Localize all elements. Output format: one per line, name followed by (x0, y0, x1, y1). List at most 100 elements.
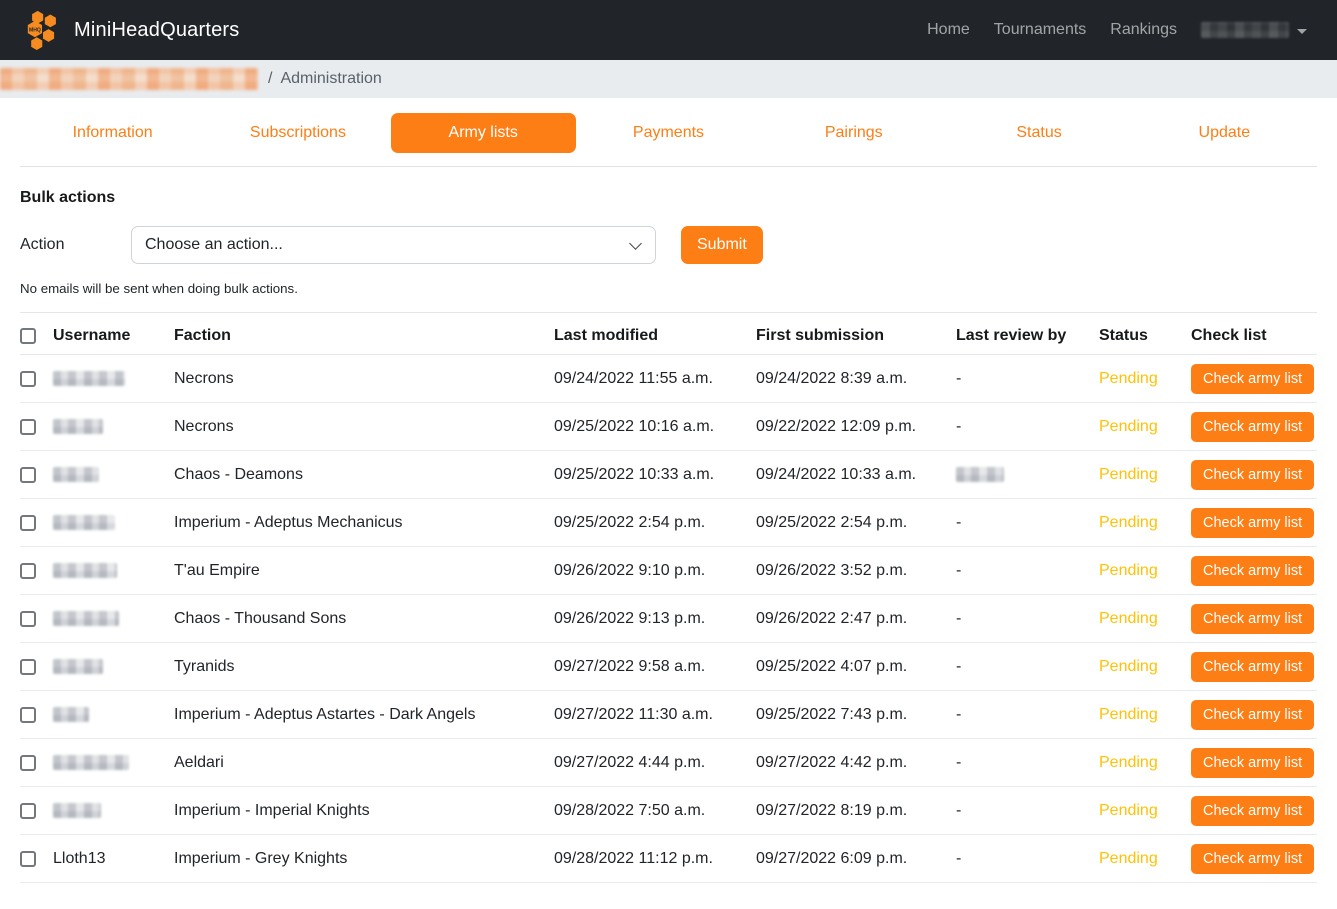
bulk-actions-heading: Bulk actions (20, 189, 1317, 207)
faction-cell: Chaos - Deamons (174, 466, 554, 484)
select-all-checkbox[interactable] (20, 328, 36, 344)
faction-cell: Aeldari (174, 754, 554, 772)
user-menu[interactable] (1191, 14, 1313, 46)
table-header-row: Username Faction Last modified First sub… (20, 313, 1317, 355)
caret-down-icon (1297, 29, 1307, 34)
breadcrumb-separator: / (268, 70, 272, 88)
table-row: Chaos - Thousand Sons 09/26/2022 9:13 p.… (20, 595, 1317, 643)
last-review-by-cell: - (956, 802, 1099, 820)
check-army-list-button[interactable]: Check army list (1191, 652, 1314, 682)
logo-mhq-text: MHQ (29, 27, 41, 33)
redacted-text (53, 611, 119, 626)
navbar-link-home[interactable]: Home (917, 13, 980, 47)
redacted-text (53, 707, 89, 722)
username-cell (53, 658, 174, 676)
row-checkbox[interactable] (20, 659, 36, 675)
check-army-list-button[interactable]: Check army list (1191, 508, 1314, 538)
username-cell (53, 754, 174, 772)
navbar-links: HomeTournamentsRankings (917, 13, 1313, 47)
admin-tabs: InformationSubscriptionsArmy listsPaymen… (20, 113, 1317, 167)
row-checkbox[interactable] (20, 419, 36, 435)
faction-cell: Chaos - Thousand Sons (174, 610, 554, 628)
check-army-list-button[interactable]: Check army list (1191, 556, 1314, 586)
first-submission-cell: 09/24/2022 8:39 a.m. (756, 370, 956, 388)
redacted-text (956, 467, 1004, 482)
faction-cell: T'au Empire (174, 562, 554, 580)
row-checkbox[interactable] (20, 851, 36, 867)
action-select[interactable]: Choose an action... (131, 226, 656, 264)
navbar-link-rankings[interactable]: Rankings (1100, 13, 1187, 47)
last-modified-cell: 09/28/2022 7:50 a.m. (554, 802, 756, 820)
faction-cell: Imperium - Grey Knights (174, 850, 554, 868)
breadcrumb-tournament-link-redacted[interactable] (0, 68, 258, 90)
table-row: T'au Empire 09/26/2022 9:10 p.m. 09/26/2… (20, 547, 1317, 595)
row-checkbox[interactable] (20, 563, 36, 579)
row-checkbox[interactable] (20, 707, 36, 723)
army-lists-table: Username Faction Last modified First sub… (0, 313, 1337, 883)
last-modified-cell: 09/26/2022 9:13 p.m. (554, 610, 756, 628)
check-army-list-button[interactable]: Check army list (1191, 700, 1314, 730)
check-army-list-button[interactable]: Check army list (1191, 796, 1314, 826)
redacted-text (53, 419, 103, 434)
last-review-by-cell: - (956, 370, 1099, 388)
row-checkbox[interactable] (20, 611, 36, 627)
faction-cell: Necrons (174, 418, 554, 436)
tab-information[interactable]: Information (20, 113, 205, 153)
last-review-by-cell: - (956, 562, 1099, 580)
last-review-by-cell: - (956, 610, 1099, 628)
brand-title[interactable]: MiniHeadQuarters (74, 19, 240, 42)
username-cell (53, 370, 174, 388)
row-checkbox[interactable] (20, 755, 36, 771)
first-submission-cell: 09/26/2022 3:52 p.m. (756, 562, 956, 580)
check-army-list-button[interactable]: Check army list (1191, 460, 1314, 490)
submit-button[interactable]: Submit (681, 226, 763, 264)
table-row: Imperium - Adeptus Astartes - Dark Angel… (20, 691, 1317, 739)
tab-subscriptions[interactable]: Subscriptions (205, 113, 390, 153)
first-submission-cell: 09/25/2022 4:07 p.m. (756, 658, 956, 676)
tab-army-lists[interactable]: Army lists (391, 113, 576, 153)
first-submission-cell: 09/25/2022 2:54 p.m. (756, 514, 956, 532)
check-army-list-button[interactable]: Check army list (1191, 364, 1314, 394)
last-review-by-cell: - (956, 706, 1099, 724)
faction-cell: Imperium - Adeptus Astartes - Dark Angel… (174, 706, 554, 724)
tab-payments[interactable]: Payments (576, 113, 761, 153)
tab-pairings[interactable]: Pairings (761, 113, 946, 153)
first-submission-cell: 09/25/2022 7:43 p.m. (756, 706, 956, 724)
last-modified-cell: 09/25/2022 2:54 p.m. (554, 514, 756, 532)
row-checkbox[interactable] (20, 467, 36, 483)
redacted-text (53, 755, 129, 770)
bulk-actions-note: No emails will be sent when doing bulk a… (20, 281, 1317, 296)
col-first-submission: First submission (756, 327, 956, 345)
table-row: Necrons 09/25/2022 10:16 a.m. 09/22/2022… (20, 403, 1317, 451)
row-checkbox[interactable] (20, 515, 36, 531)
check-army-list-button[interactable]: Check army list (1191, 412, 1314, 442)
row-checkbox[interactable] (20, 803, 36, 819)
first-submission-cell: 09/27/2022 6:09 p.m. (756, 850, 956, 868)
status-badge: Pending (1099, 370, 1191, 388)
last-modified-cell: 09/26/2022 9:10 p.m. (554, 562, 756, 580)
last-review-by-cell: - (956, 850, 1099, 868)
tab-status[interactable]: Status (946, 113, 1131, 153)
check-army-list-button[interactable]: Check army list (1191, 604, 1314, 634)
top-navbar: MHQ MiniHeadQuarters HomeTournamentsRank… (0, 0, 1337, 60)
username-cell (53, 706, 174, 724)
tab-update[interactable]: Update (1132, 113, 1317, 153)
last-modified-cell: 09/27/2022 9:58 a.m. (554, 658, 756, 676)
navbar-link-tournaments[interactable]: Tournaments (984, 13, 1097, 47)
status-badge: Pending (1099, 514, 1191, 532)
table-row: Imperium - Imperial Knights 09/28/2022 7… (20, 787, 1317, 835)
status-badge: Pending (1099, 610, 1191, 628)
username-cell (53, 466, 174, 484)
table-row: Aeldari 09/27/2022 4:44 p.m. 09/27/2022 … (20, 739, 1317, 787)
last-modified-cell: 09/25/2022 10:16 a.m. (554, 418, 756, 436)
col-last-review-by: Last review by (956, 327, 1099, 345)
check-army-list-button[interactable]: Check army list (1191, 748, 1314, 778)
check-army-list-button[interactable]: Check army list (1191, 844, 1314, 874)
row-checkbox[interactable] (20, 371, 36, 387)
first-submission-cell: 09/27/2022 4:42 p.m. (756, 754, 956, 772)
brand-home-link[interactable]: MHQ MiniHeadQuarters (24, 9, 240, 51)
username-cell (53, 802, 174, 820)
last-review-by-cell: - (956, 514, 1099, 532)
status-badge: Pending (1099, 850, 1191, 868)
last-review-by-cell (956, 466, 1099, 484)
